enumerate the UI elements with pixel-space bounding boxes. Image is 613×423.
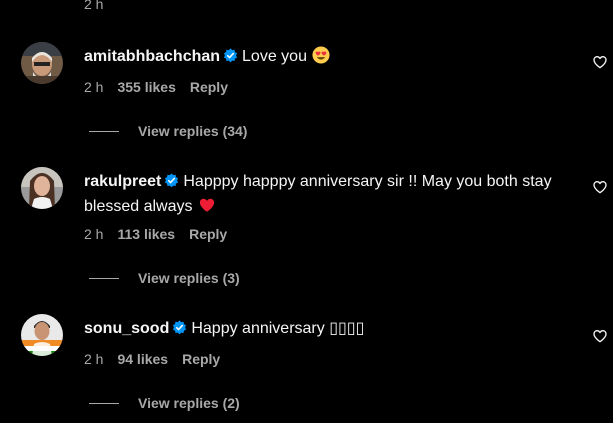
heart-outline-icon[interactable] <box>592 328 608 344</box>
reply-button[interactable]: Reply <box>190 79 228 95</box>
heart-outline-icon[interactable] <box>592 179 608 195</box>
replies-divider-line <box>89 403 119 404</box>
reply-button[interactable]: Reply <box>189 226 227 242</box>
heart-eyes-emoji-icon <box>312 46 330 64</box>
comment-time: 2 h <box>84 351 104 367</box>
comment-meta: 2 h 355 likes Reply <box>84 79 242 95</box>
view-replies-button[interactable]: View replies (2) <box>89 395 240 411</box>
comment-body: sonu_sood Happy anniversary ▯▯▯▯ <box>84 316 576 341</box>
reply-button[interactable]: Reply <box>182 351 220 367</box>
view-replies-label: View replies (34) <box>138 123 248 139</box>
replies-divider-line <box>89 131 119 132</box>
comment-time: 2 h <box>84 226 104 242</box>
view-replies-label: View replies (2) <box>138 395 240 411</box>
comment-time: 2 h <box>84 79 104 95</box>
view-replies-button[interactable]: View replies (34) <box>89 123 247 139</box>
comment-likes[interactable]: 113 likes <box>117 226 175 242</box>
verified-badge-icon <box>165 173 179 188</box>
comment-meta: 2 h 113 likes Reply <box>84 226 241 242</box>
comment-body: rakulpreet Happpy happpy anniversary sir … <box>84 169 576 219</box>
avatar[interactable] <box>21 314 63 356</box>
heart-outline-icon[interactable] <box>592 54 608 70</box>
verified-badge-icon <box>173 320 187 335</box>
comment-username[interactable]: amitabhbachchan <box>84 48 220 65</box>
comment-username[interactable]: rakulpreet <box>84 173 161 190</box>
replies-divider-line <box>89 278 119 279</box>
verified-badge-icon <box>223 48 238 63</box>
comment-body: amitabhbachchan Love you <box>84 44 576 69</box>
comment-likes[interactable]: 94 likes <box>117 351 168 367</box>
comment-text: Love you <box>242 48 307 65</box>
view-replies-label: View replies (3) <box>138 270 240 286</box>
comment-text: Happy anniversary ▯▯▯▯ <box>191 320 365 337</box>
view-replies-button[interactable]: View replies (3) <box>89 270 240 286</box>
avatar-image <box>21 314 63 356</box>
avatar[interactable] <box>21 42 63 84</box>
avatar[interactable] <box>21 167 63 209</box>
red-heart-emoji-icon <box>199 198 214 212</box>
comment-meta: 2 h 94 likes Reply <box>84 351 234 367</box>
avatar-image <box>21 167 63 209</box>
avatar-image <box>21 42 63 84</box>
comment-username[interactable]: sonu_sood <box>84 320 169 337</box>
previous-comment-time: 2 h <box>84 0 104 12</box>
comment-likes[interactable]: 355 likes <box>117 79 175 95</box>
